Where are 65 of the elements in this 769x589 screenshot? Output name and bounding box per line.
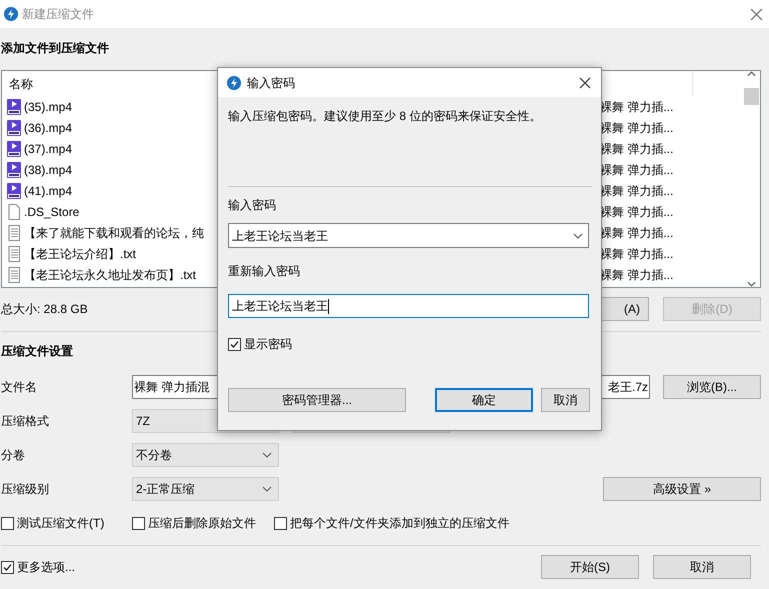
checkbox[interactable] xyxy=(1,560,14,574)
button[interactable]: 确定 xyxy=(435,388,533,412)
checkbox-label[interactable]: 把每个文件/文件夹添加到独立的压缩文件 xyxy=(290,514,510,532)
file-name[interactable]: (38).mp4 xyxy=(24,160,72,178)
field-label: 压缩格式 xyxy=(1,414,49,428)
file-name[interactable]: (41).mp4 xyxy=(24,182,72,200)
scroll-down-icon xyxy=(747,281,756,287)
checkbox-label[interactable]: 更多选项... xyxy=(17,558,76,576)
file-name[interactable]: 【老王论坛永久地址发布页】.txt xyxy=(24,266,196,284)
text-file-icon xyxy=(6,224,22,240)
field-label: 输入密码 xyxy=(228,197,276,214)
file-name[interactable]: (36).mp4 xyxy=(24,118,72,136)
hint-text: 输入压缩包密码。建议使用至少 8 位的密码来保证安全性。 xyxy=(228,108,542,125)
chevron-icon xyxy=(573,232,583,238)
checkbox[interactable] xyxy=(228,338,241,350)
checkbox-label[interactable]: 测试压缩文件(T) xyxy=(17,514,104,532)
password-field[interactable]: 上老王论坛当老王 xyxy=(228,223,589,248)
button[interactable]: (A) xyxy=(601,297,649,321)
field-label: 重新输入密码 xyxy=(228,263,300,280)
video-file-icon xyxy=(6,162,22,178)
field-label: 文件名 xyxy=(1,380,37,394)
scroll-up-icon xyxy=(747,71,756,77)
button[interactable]: 取消 xyxy=(541,388,590,412)
close-icon[interactable] xyxy=(579,76,591,88)
file-icon xyxy=(6,204,22,220)
file-name[interactable]: 【来了就能下载和观看的论坛，纯 xyxy=(24,224,204,242)
file-name[interactable]: (37).mp4 xyxy=(24,140,72,158)
field-value: 裸舞 弹力插混 xyxy=(134,379,210,396)
video-file-icon xyxy=(6,98,22,114)
app-icon xyxy=(4,7,18,21)
file-name[interactable]: .DS_Store xyxy=(24,202,80,220)
checkbox[interactable] xyxy=(274,516,287,530)
section-heading: 添加文件到压缩文件 xyxy=(1,40,109,57)
scrollbar-thumb[interactable] xyxy=(744,88,759,105)
window-title: 新建压缩文件 xyxy=(22,6,94,23)
text-file-icon xyxy=(6,266,22,282)
dialog-title: 输入密码 xyxy=(247,74,295,92)
button[interactable]: 密码管理器... xyxy=(228,388,406,412)
field-label: 压缩级别 xyxy=(1,482,49,496)
dropdown[interactable]: 不分卷 xyxy=(132,443,279,467)
video-file-icon xyxy=(6,140,22,156)
chevron-icon xyxy=(262,452,272,458)
video-file-icon xyxy=(6,120,22,136)
total-size: 总大小: 28.8 GB xyxy=(1,301,88,318)
checkbox[interactable] xyxy=(1,516,14,530)
password-field[interactable]: 上老王论坛当老王 xyxy=(228,294,589,318)
checkbox-label[interactable]: 显示密码 xyxy=(244,335,292,353)
button[interactable]: 开始(S) xyxy=(541,555,639,579)
app-icon xyxy=(227,76,241,90)
column-header[interactable]: 名称 xyxy=(9,74,33,92)
scrollbar[interactable] xyxy=(743,71,760,287)
chevron-icon xyxy=(262,486,272,492)
field-value: 老王.7z xyxy=(608,379,648,396)
button[interactable]: 取消 xyxy=(653,555,751,579)
button[interactable]: 浏览(B)... xyxy=(663,375,761,399)
file-name[interactable]: (35).mp4 xyxy=(24,98,72,116)
section-heading: 压缩文件设置 xyxy=(1,343,73,360)
button[interactable]: 高级设置 » xyxy=(603,477,761,501)
video-file-icon xyxy=(6,182,22,198)
checkbox[interactable] xyxy=(132,516,145,530)
dropdown[interactable]: 2-正常压缩 xyxy=(132,477,279,501)
file-name[interactable]: 【老王论坛介绍】.txt xyxy=(24,244,136,262)
field-label: 分卷 xyxy=(1,448,25,462)
text-file-icon xyxy=(6,246,22,262)
checkbox-label[interactable]: 压缩后删除原始文件 xyxy=(148,514,256,532)
